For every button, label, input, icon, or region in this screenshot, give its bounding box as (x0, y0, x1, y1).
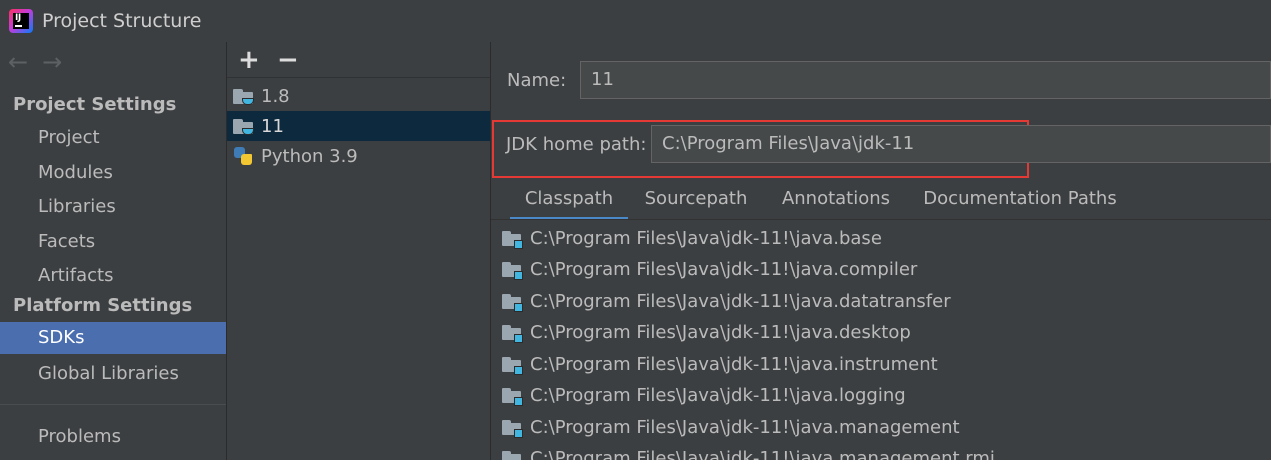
module-folder-icon (502, 260, 524, 280)
sdk-details-pane: Name: 11 JDK home path: C:\Program Files… (491, 42, 1271, 460)
jdk-folder-icon (233, 86, 255, 106)
sdk-item-label: Python 3.9 (261, 145, 358, 167)
sdk-list-item[interactable]: Python 3.9 (227, 141, 490, 171)
sdk-item-label: 11 (261, 115, 284, 137)
classpath-entry: C:\Program Files\Java\jdk-11!\java.loggi… (530, 385, 906, 406)
nav-arrows: ← → (8, 50, 62, 74)
module-folder-icon (502, 292, 524, 312)
window-title: Project Structure (42, 10, 202, 32)
remove-sdk-button[interactable]: − (277, 46, 299, 74)
classpath-entry: C:\Program Files\Java\jdk-11!\java.compi… (530, 259, 918, 280)
project-settings-header: Project Settings (13, 94, 177, 115)
name-field[interactable]: 11 (580, 61, 1271, 99)
module-folder-icon (502, 386, 524, 406)
sdk-list-item[interactable]: 1.8 (227, 81, 490, 111)
list-item[interactable]: C:\Program Files\Java\jdk-11!\java.loggi… (502, 380, 906, 411)
sdk-list-item-selected[interactable]: 11 (227, 111, 490, 141)
module-folder-icon (502, 355, 524, 375)
tab-documentation-paths[interactable]: Documentation Paths (918, 182, 1122, 220)
list-item[interactable]: C:\Program Files\Java\jdk-11!\java.manag… (502, 443, 995, 460)
module-folder-icon (502, 449, 524, 460)
nav-item-artifacts[interactable]: Artifacts (0, 260, 226, 292)
intellij-logo-icon: IJ (9, 9, 33, 33)
platform-settings-header: Platform Settings (13, 295, 193, 316)
classpath-entry: C:\Program Files\Java\jdk-11!\java.manag… (530, 448, 995, 460)
add-sdk-button[interactable]: + (238, 46, 260, 74)
list-item[interactable]: C:\Program Files\Java\jdk-11!\java.compi… (502, 254, 917, 285)
module-folder-icon (502, 418, 524, 438)
jdk-home-path-label: JDK home path: (506, 134, 647, 155)
name-label: Name: (507, 70, 567, 91)
python-icon (233, 146, 255, 166)
list-item[interactable]: C:\Program Files\Java\jdk-11!\java.deskt… (502, 317, 911, 348)
nav-item-modules[interactable]: Modules (0, 157, 226, 189)
tab-annotations[interactable]: Annotations (774, 182, 898, 220)
module-folder-icon (502, 323, 524, 343)
settings-nav: ← → Project Settings Project Modules Lib… (0, 42, 226, 460)
list-item[interactable]: C:\Program Files\Java\jdk-11!\java.instr… (502, 349, 938, 380)
classpath-entry: C:\Program Files\Java\jdk-11!\java.instr… (530, 354, 938, 375)
back-arrow-icon[interactable]: ← (8, 50, 28, 74)
nav-item-global-libraries[interactable]: Global Libraries (0, 358, 226, 390)
nav-divider (0, 404, 226, 405)
sdk-list-toolbar: + − (227, 42, 490, 78)
module-folder-icon (502, 229, 524, 249)
list-item[interactable]: C:\Program Files\Java\jdk-11!\java.manag… (502, 412, 960, 443)
classpath-entry: C:\Program Files\Java\jdk-11!\java.base (530, 228, 882, 249)
list-item[interactable]: C:\Program Files\Java\jdk-11!\java.base (502, 223, 882, 254)
classpath-entry: C:\Program Files\Java\jdk-11!\java.deskt… (530, 322, 911, 343)
list-item[interactable]: C:\Program Files\Java\jdk-11!\java.datat… (502, 286, 951, 317)
sdk-list-pane: + − 1.8 11 Python 3.9 (227, 42, 490, 460)
tab-classpath[interactable]: Classpath (510, 182, 628, 220)
sdk-item-label: 1.8 (261, 85, 290, 107)
forward-arrow-icon[interactable]: → (42, 50, 62, 74)
nav-item-problems[interactable]: Problems (0, 421, 226, 453)
nav-item-facets[interactable]: Facets (0, 226, 226, 258)
classpath-list[interactable]: C:\Program Files\Java\jdk-11!\java.base … (491, 220, 1271, 460)
tab-bar: Classpath Sourcepath Annotations Documen… (491, 182, 1271, 220)
jdk-folder-icon (233, 116, 255, 136)
jdk-home-path-field[interactable]: C:\Program Files\Java\jdk-11 (651, 125, 1271, 163)
classpath-entry: C:\Program Files\Java\jdk-11!\java.manag… (530, 417, 960, 438)
title-bar: IJ Project Structure (0, 0, 1271, 42)
nav-item-sdks[interactable]: SDKs (0, 322, 226, 354)
nav-item-libraries[interactable]: Libraries (0, 191, 226, 223)
tab-sourcepath[interactable]: Sourcepath (636, 182, 756, 220)
classpath-entry: C:\Program Files\Java\jdk-11!\java.datat… (530, 291, 951, 312)
nav-item-project[interactable]: Project (0, 122, 226, 154)
